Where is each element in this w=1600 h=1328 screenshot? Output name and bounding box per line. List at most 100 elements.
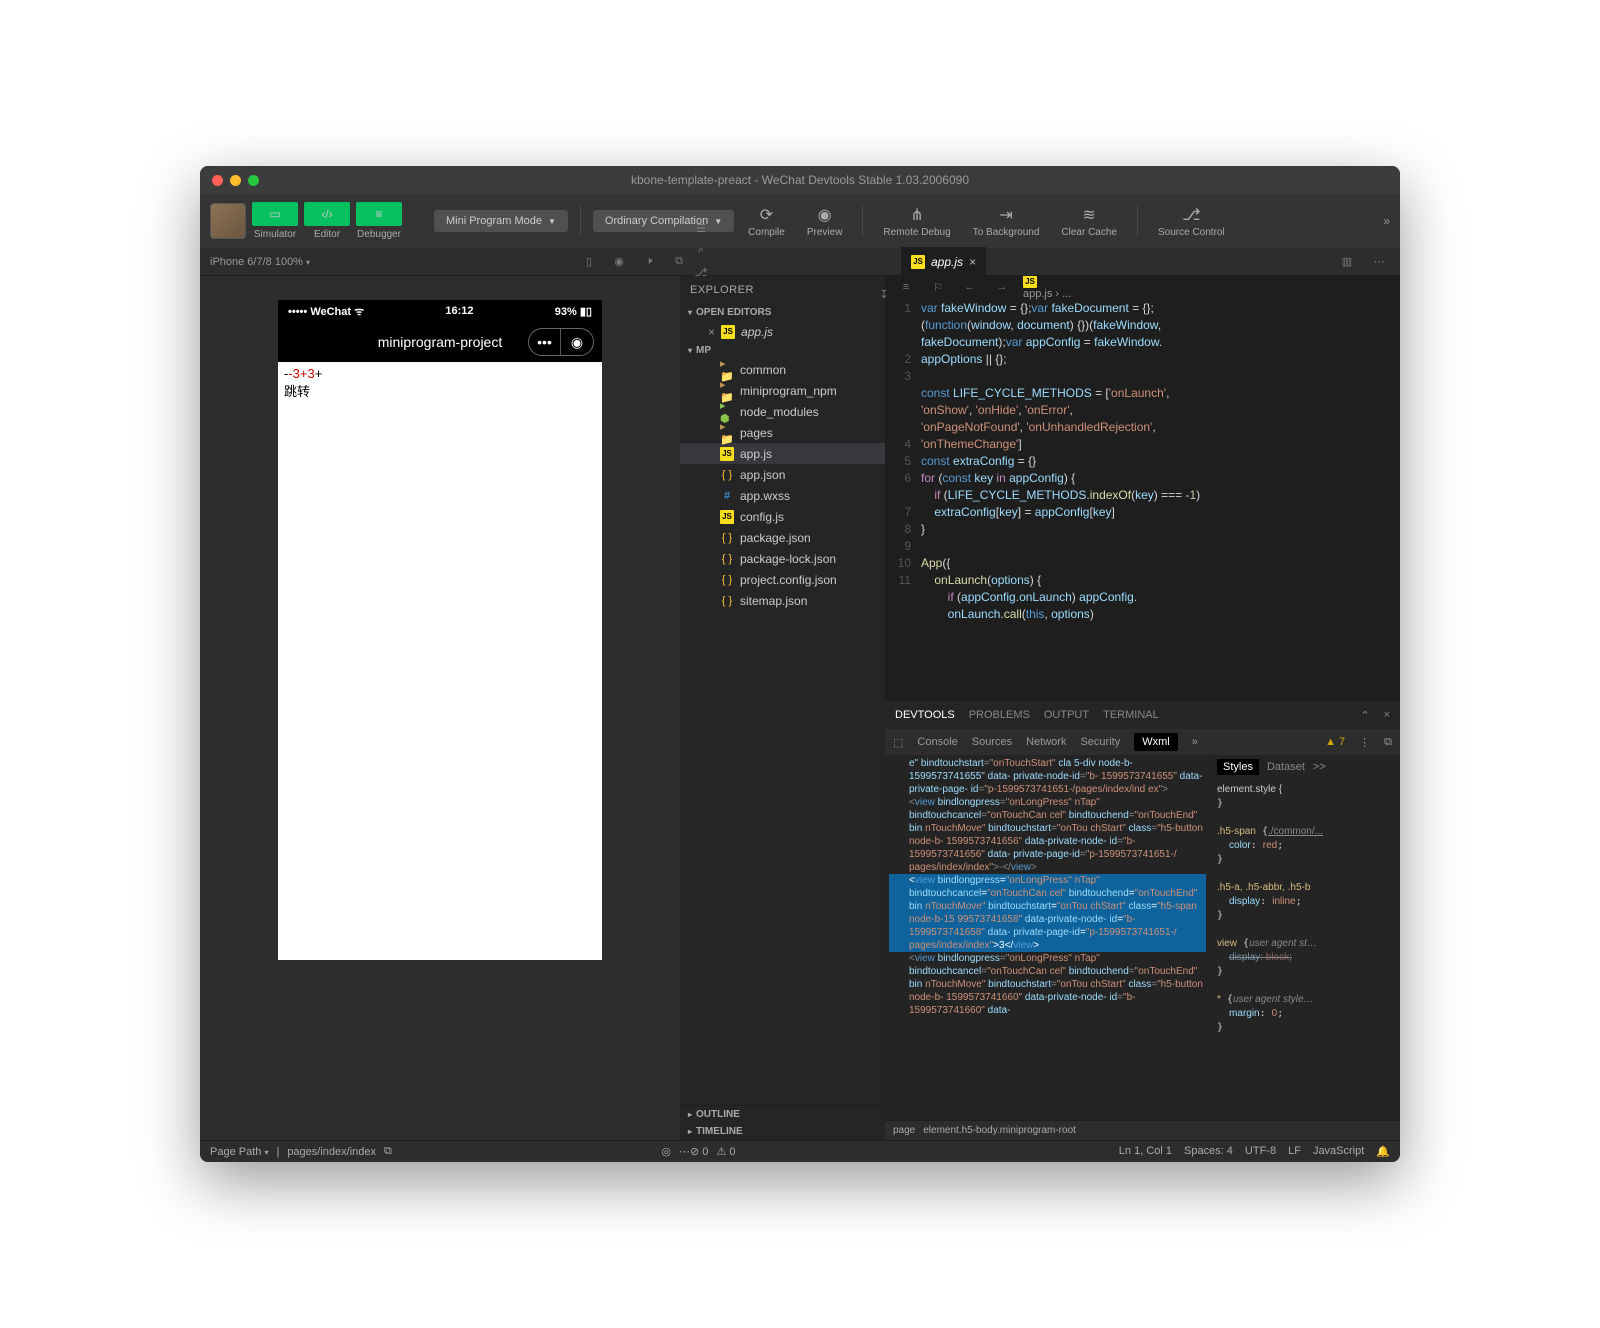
tab-console[interactable]: Console [917, 736, 957, 748]
code-lines: var fakeWindow = {};var fakeDocument = {… [921, 298, 1400, 700]
file-tree-item[interactable]: { }project.config.json [680, 569, 885, 590]
mute-icon[interactable]: 🕨 [638, 251, 660, 273]
editor-tab-app-js[interactable]: JS app.js × [901, 247, 986, 277]
file-tree-item[interactable]: ▸ 📁miniprogram_npm [680, 380, 885, 401]
content-link[interactable]: 跳转 [284, 381, 596, 400]
status-bar: Page Path ▾ | pages/index/index ⧉ ◎ ⋯ ⊘ … [200, 1140, 1400, 1162]
outline-section[interactable]: ▸OUTLINE [680, 1106, 885, 1123]
inspect-icon[interactable]: ⬚ [893, 736, 903, 749]
time-label: 16:12 [445, 305, 473, 317]
to-background-button[interactable]: ⇥To Background [965, 205, 1048, 238]
tab-network[interactable]: Network [1026, 736, 1066, 748]
open-editors-section[interactable]: ▾OPEN EDITORS [680, 304, 885, 321]
capsule-menu: ••• ◉ [528, 328, 594, 356]
capsule-more-icon[interactable]: ••• [529, 329, 561, 355]
tab-problems[interactable]: PROBLEMS [969, 709, 1030, 721]
file-tree-item[interactable]: { }package.json [680, 527, 885, 548]
list-icon[interactable]: ≡ [895, 276, 917, 298]
tab-output[interactable]: OUTPUT [1044, 709, 1089, 721]
record-icon[interactable]: ◉ [608, 251, 630, 273]
error-count[interactable]: ⊘ 0 [690, 1145, 708, 1158]
refresh-icon[interactable]: ↧ [873, 284, 895, 306]
list-icon[interactable]: ☰ [690, 218, 712, 240]
branch-icon[interactable]: ⎇ [690, 262, 712, 284]
tab-dataset[interactable]: Dataset [1267, 761, 1305, 773]
open-editor-item[interactable]: ×JSapp.js [680, 321, 885, 342]
dock-icon[interactable]: ⧉ [1384, 736, 1392, 749]
source-control-button[interactable]: ⎇Source Control [1150, 205, 1233, 238]
split-icon[interactable]: ▥ [1336, 251, 1358, 273]
page-path-label[interactable]: Page Path ▾ [210, 1146, 268, 1158]
maximize-icon[interactable] [248, 175, 259, 186]
main-area: ••••• WeChat ᯤ 16:12 93% ▮▯ miniprogram-… [200, 276, 1400, 1140]
close-icon[interactable] [212, 175, 223, 186]
more-icon[interactable]: ⋯ [679, 1145, 690, 1158]
file-tree-item[interactable]: { }sitemap.json [680, 590, 885, 611]
kebab-icon[interactable]: ⋮ [1359, 736, 1370, 749]
file-tree-item[interactable]: JSapp.js [680, 443, 885, 464]
warning-count[interactable]: ⚠ 0 [716, 1145, 735, 1158]
bookmark-icon[interactable]: ⚐ [927, 276, 949, 298]
tab-wxml[interactable]: Wxml [1134, 733, 1178, 751]
tab-more[interactable]: >> [1313, 761, 1326, 773]
more-tabs-icon[interactable]: » [1192, 736, 1198, 748]
file-tree-item[interactable]: JSconfig.js [680, 506, 885, 527]
eol[interactable]: LF [1288, 1145, 1301, 1158]
styles-body[interactable]: element.style {} .h5-span {./common/... … [1211, 779, 1400, 1120]
tab-devtools[interactable]: DEVTOOLS [895, 709, 955, 721]
timeline-section[interactable]: ▸TIMELINE [680, 1123, 885, 1140]
root-folder[interactable]: ▾MP [680, 342, 885, 359]
tab-sources[interactable]: Sources [972, 736, 1012, 748]
chevron-up-icon[interactable]: ⌃ [1360, 709, 1369, 722]
page-title: miniprogram-project [378, 334, 502, 350]
encoding[interactable]: UTF-8 [1245, 1145, 1276, 1158]
avatar[interactable] [210, 203, 246, 239]
file-tree-item[interactable]: { }package-lock.json [680, 548, 885, 569]
breadcrumb-item[interactable]: element.h5-body.miniprogram-root [923, 1125, 1076, 1136]
window-title: kbone-template-preact - WeChat Devtools … [631, 173, 969, 187]
forward-icon[interactable]: → [991, 276, 1013, 298]
file-tree-item[interactable]: { }app.json [680, 464, 885, 485]
file-tree-item[interactable]: ▸ 📁common [680, 359, 885, 380]
device-icon[interactable]: ▯ [578, 251, 600, 273]
phone-content[interactable]: --3+3+ 跳转 [278, 362, 602, 960]
tab-styles[interactable]: Styles [1217, 759, 1259, 775]
device-selector[interactable]: iPhone 6/7/8 100% ▾ [210, 256, 310, 268]
cursor-position[interactable]: Ln 1, Col 1 [1119, 1145, 1172, 1158]
close-icon[interactable]: × [969, 255, 976, 269]
clear-cache-button[interactable]: ≋Clear Cache [1053, 205, 1125, 238]
tab-terminal[interactable]: TERMINAL [1103, 709, 1159, 721]
phone-nav-bar: miniprogram-project ••• ◉ [278, 322, 602, 362]
bell-icon[interactable]: 🔔 [1376, 1145, 1390, 1158]
indent-info[interactable]: Spaces: 4 [1184, 1145, 1233, 1158]
breadcrumb[interactable]: JS app.js › ... [1023, 276, 1071, 300]
capsule-close-icon[interactable]: ◉ [561, 329, 593, 355]
file-tree-item[interactable]: ▸ 📁pages [680, 422, 885, 443]
file-tree-item[interactable]: #app.wxss [680, 485, 885, 506]
debugger-button[interactable]: ≡ [356, 202, 402, 226]
back-icon[interactable]: ← [959, 276, 981, 298]
copy-icon[interactable]: ⧉ [668, 251, 690, 273]
code-editor[interactable]: 1234567891011 var fakeWindow = {};var fa… [885, 298, 1400, 700]
phone-status-bar: ••••• WeChat ᯤ 16:12 93% ▮▯ [278, 300, 602, 322]
editor-button[interactable]: ‹/› [304, 202, 350, 226]
tab-security[interactable]: Security [1080, 736, 1120, 748]
simulator-button[interactable]: ▭ [252, 202, 298, 226]
eye-icon[interactable]: ◎ [661, 1145, 671, 1158]
wxml-tree[interactable]: e" bindtouchstart="onTouchStart" cla 5-d… [885, 755, 1210, 1120]
styles-pane: Styles Dataset >> element.style {} .h5-s… [1210, 755, 1400, 1120]
phone-simulator: ••••• WeChat ᯤ 16:12 93% ▮▯ miniprogram-… [278, 300, 602, 960]
page-path[interactable]: pages/index/index [287, 1146, 376, 1158]
file-tree-item[interactable]: ▸ ⬢node_modules [680, 401, 885, 422]
copy-icon[interactable]: ⧉ [384, 1145, 392, 1158]
mode-dropdown[interactable]: Mini Program Mode▼ [434, 210, 568, 232]
warning-badge[interactable]: ▲ 7 [1325, 736, 1345, 748]
breadcrumb-item[interactable]: page [893, 1125, 915, 1136]
editor-label: Editor [314, 229, 340, 240]
more-icon[interactable]: ⋯ [1368, 251, 1390, 273]
more-icon[interactable]: » [1383, 214, 1390, 228]
search-icon[interactable]: ⌕ [690, 240, 712, 262]
minimize-icon[interactable] [230, 175, 241, 186]
close-icon[interactable]: × [1384, 709, 1390, 721]
language[interactable]: JavaScript [1313, 1145, 1364, 1158]
